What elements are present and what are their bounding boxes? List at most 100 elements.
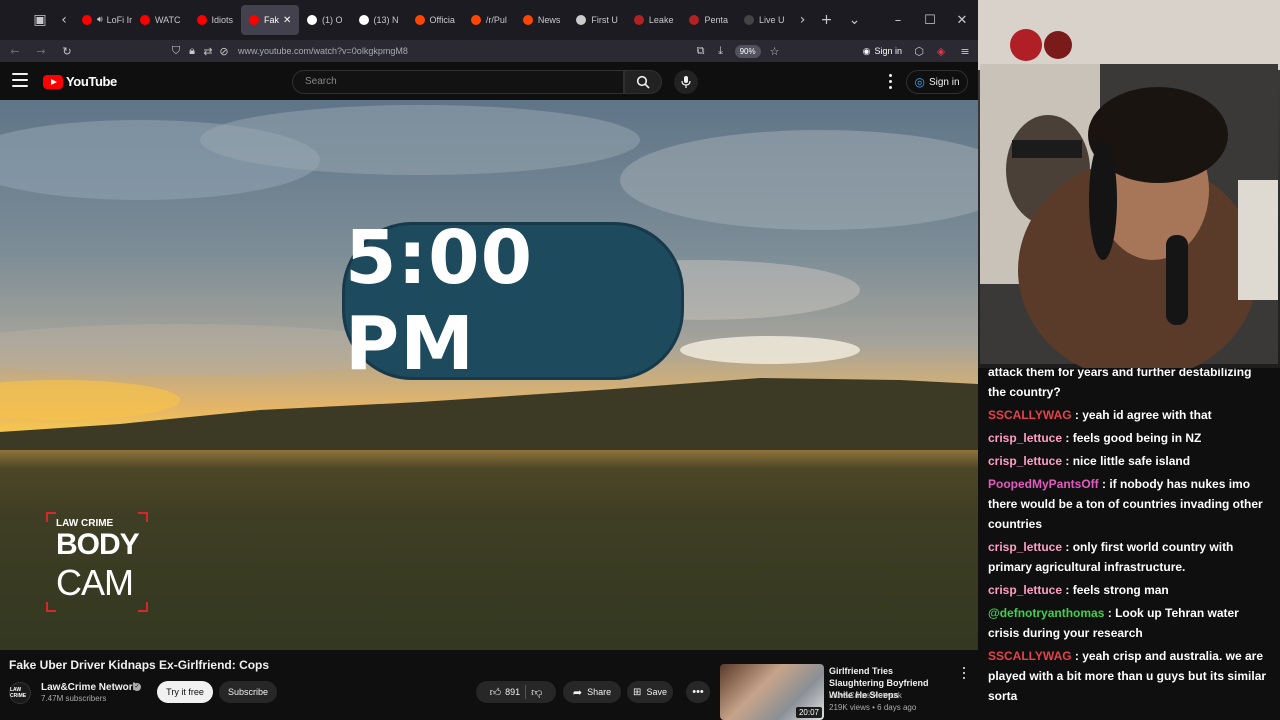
search-button[interactable] — [624, 70, 662, 94]
browser-tab[interactable]: Live U — [736, 5, 793, 35]
tab-favicon-icon — [414, 15, 425, 25]
more-actions-button[interactable]: ••• — [686, 681, 710, 703]
browser-window: ▣ ‹ 🔊︎ LoFi Ir WATC Idiots Fak ✕ (1) O (13) N Of… — [0, 0, 978, 720]
autoplay-blocked-icon[interactable]: ⊘ — [216, 40, 232, 62]
tab-favicon-icon — [82, 15, 92, 25]
url-bar[interactable]: ⛉ 🔒︎ ⇄ ⊘ www.youtube.com/watch?v=0olkgkp… — [168, 41, 688, 61]
account-icon: ◉ — [862, 45, 871, 56]
voice-search-button[interactable] — [674, 70, 698, 94]
forward-icon[interactable]: → — [28, 40, 54, 62]
like-button[interactable]: 👍︎ 891 — [490, 686, 521, 699]
browser-tab[interactable]: Officia — [407, 5, 463, 35]
video-player[interactable]: 5:00 PM LAW CRIME BODY CAM — [0, 100, 978, 650]
browser-tab[interactable]: WATC — [132, 5, 189, 35]
recommended-channel[interactable]: Law&Crime Network — [829, 691, 902, 700]
guide-menu-icon[interactable] — [12, 73, 28, 87]
tab-favicon-icon — [196, 15, 207, 25]
browser-tab[interactable]: (1) O — [299, 5, 351, 35]
chat-text: : nice little safe island — [1065, 454, 1191, 468]
recommended-more-icon[interactable] — [960, 666, 968, 680]
chat-message: SSCALLYWAG : yeah crisp and australia. w… — [988, 646, 1272, 706]
chat-message: crisp_lettuce : nice little safe island — [988, 451, 1272, 471]
browser-tab[interactable]: Fak ✕ — [241, 5, 300, 35]
stream-chat: attack them for years and further destab… — [978, 368, 1280, 720]
tab-bar: ▣ ‹ 🔊︎ LoFi Ir WATC Idiots Fak ✕ (1) O (13) N Of… — [0, 0, 978, 40]
channel-name[interactable]: Law&Crime Network — [41, 682, 138, 693]
chat-message: SSCALLYWAG : yeah id agree with that — [988, 405, 1272, 425]
chat-message: PoopedMyPantsOff : if nobody has nukes i… — [988, 474, 1272, 534]
tab-scroll-left-icon[interactable]: ‹ — [54, 6, 74, 34]
youtube-logo[interactable]: YouTube — [43, 74, 117, 89]
tracking-shield-icon[interactable]: ⛉ — [168, 40, 184, 62]
tab-favicon-icon — [470, 15, 481, 25]
chat-message: @defnotryanthomas : Look up Tehran water… — [988, 603, 1272, 643]
tab-label: First U — [591, 15, 618, 25]
share-label: Share — [587, 687, 612, 697]
browser-tab[interactable]: 🔊︎ LoFi Ir — [74, 5, 132, 35]
chat-username: @defnotryanthomas — [988, 606, 1105, 620]
menu-icon[interactable]: ≡ — [952, 40, 978, 62]
tab-favicon-icon — [307, 15, 318, 25]
tab-scroll-right-icon[interactable]: › — [793, 6, 813, 34]
browser-tab[interactable]: (13) N — [351, 5, 407, 35]
search-input[interactable]: Search — [292, 70, 624, 94]
url-text[interactable]: www.youtube.com/watch?v=0olkgkpmgM8 — [238, 46, 408, 56]
youtube-signin-label: Sign in — [928, 76, 960, 88]
maximize-icon[interactable]: ☐ — [914, 0, 946, 40]
zoom-level[interactable]: 90% — [734, 44, 761, 58]
new-tab-icon[interactable]: + — [813, 6, 841, 34]
save-button[interactable]: ⊞ Save — [627, 681, 673, 703]
permissions-icon[interactable]: ⇄ — [200, 40, 216, 62]
chat-text: : yeah id agree with that — [1074, 408, 1212, 422]
tab-label: (13) N — [373, 15, 399, 25]
minimize-icon[interactable]: – — [882, 0, 914, 40]
tab-favicon-icon — [358, 15, 369, 25]
bodycam-brand-line2: CAM — [56, 562, 134, 603]
chat-username: SSCALLYWAG — [988, 408, 1072, 422]
browser-tab[interactable]: First U — [568, 5, 626, 35]
tab-label: Leake — [648, 15, 674, 25]
close-tab-icon[interactable]: ✕ — [283, 15, 291, 26]
browser-tab[interactable]: Idiots — [189, 5, 242, 35]
chat-username: crisp_lettuce — [988, 454, 1063, 468]
picture-in-picture-icon[interactable]: ⧉ — [691, 40, 711, 62]
like-dislike-group: 👍︎ 891 👎︎ — [476, 681, 556, 703]
addon-icon[interactable]: ◈ — [930, 40, 952, 62]
share-button[interactable]: ➦ Share — [563, 681, 621, 703]
browser-tab[interactable]: Penta — [681, 5, 736, 35]
chat-username: SSCALLYWAG — [988, 649, 1072, 663]
thumbs-down-icon: 👎︎ — [531, 685, 543, 699]
browser-tab[interactable]: Leake — [626, 5, 682, 35]
browser-tab[interactable]: /r/Pul — [463, 5, 515, 35]
save-page-icon[interactable]: ⤓ — [711, 40, 731, 62]
lock-icon[interactable]: 🔒︎ — [184, 40, 200, 62]
youtube-logo-text: YouTube — [66, 74, 117, 89]
subscribe-button[interactable]: Subscribe — [219, 681, 277, 703]
like-divider — [525, 685, 527, 699]
extensions-icon[interactable]: ⬡ — [908, 40, 930, 62]
video-title: Fake Uber Driver Kidnaps Ex-Girlfriend: … — [9, 658, 270, 672]
navigation-bar: ← → ↻ ⛉ 🔒︎ ⇄ ⊘ www.youtube.com/watch?v=0… — [0, 40, 978, 62]
back-icon[interactable]: ← — [2, 40, 28, 62]
verified-badge-icon: ✓ — [133, 683, 141, 691]
youtube-signin-button[interactable]: ◎ Sign in — [906, 70, 968, 94]
bookmark-star-icon[interactable]: ☆ — [765, 40, 785, 62]
tab-favicon-icon — [522, 15, 533, 25]
browser-signin-button[interactable]: ◉ Sign in — [863, 46, 902, 57]
bookmark-icon: ⊞ — [633, 686, 642, 698]
settings-more-icon[interactable] — [884, 72, 896, 90]
reload-icon[interactable]: ↻ — [54, 40, 80, 62]
list-all-tabs-icon[interactable]: ⌄ — [841, 6, 869, 34]
thumbs-up-icon: 👍︎ — [489, 685, 502, 699]
dislike-button[interactable]: 👎︎ — [531, 686, 542, 699]
recommended-duration: 20:07 — [795, 707, 822, 718]
tab-favicon-icon — [633, 15, 644, 25]
channel-avatar[interactable]: LAW CRIME — [9, 682, 31, 704]
recommended-thumbnail[interactable]: 20:07 — [720, 664, 824, 720]
try-it-free-button[interactable]: Try it free — [157, 681, 213, 703]
bodycam-watermark: LAW CRIME BODY CAM — [46, 512, 148, 612]
close-window-icon[interactable]: ✕ — [946, 0, 978, 40]
tab-audio-icon[interactable]: 🔊︎ — [97, 15, 103, 25]
collections-icon[interactable]: ▣ — [26, 6, 54, 34]
browser-tab[interactable]: News — [515, 5, 569, 35]
